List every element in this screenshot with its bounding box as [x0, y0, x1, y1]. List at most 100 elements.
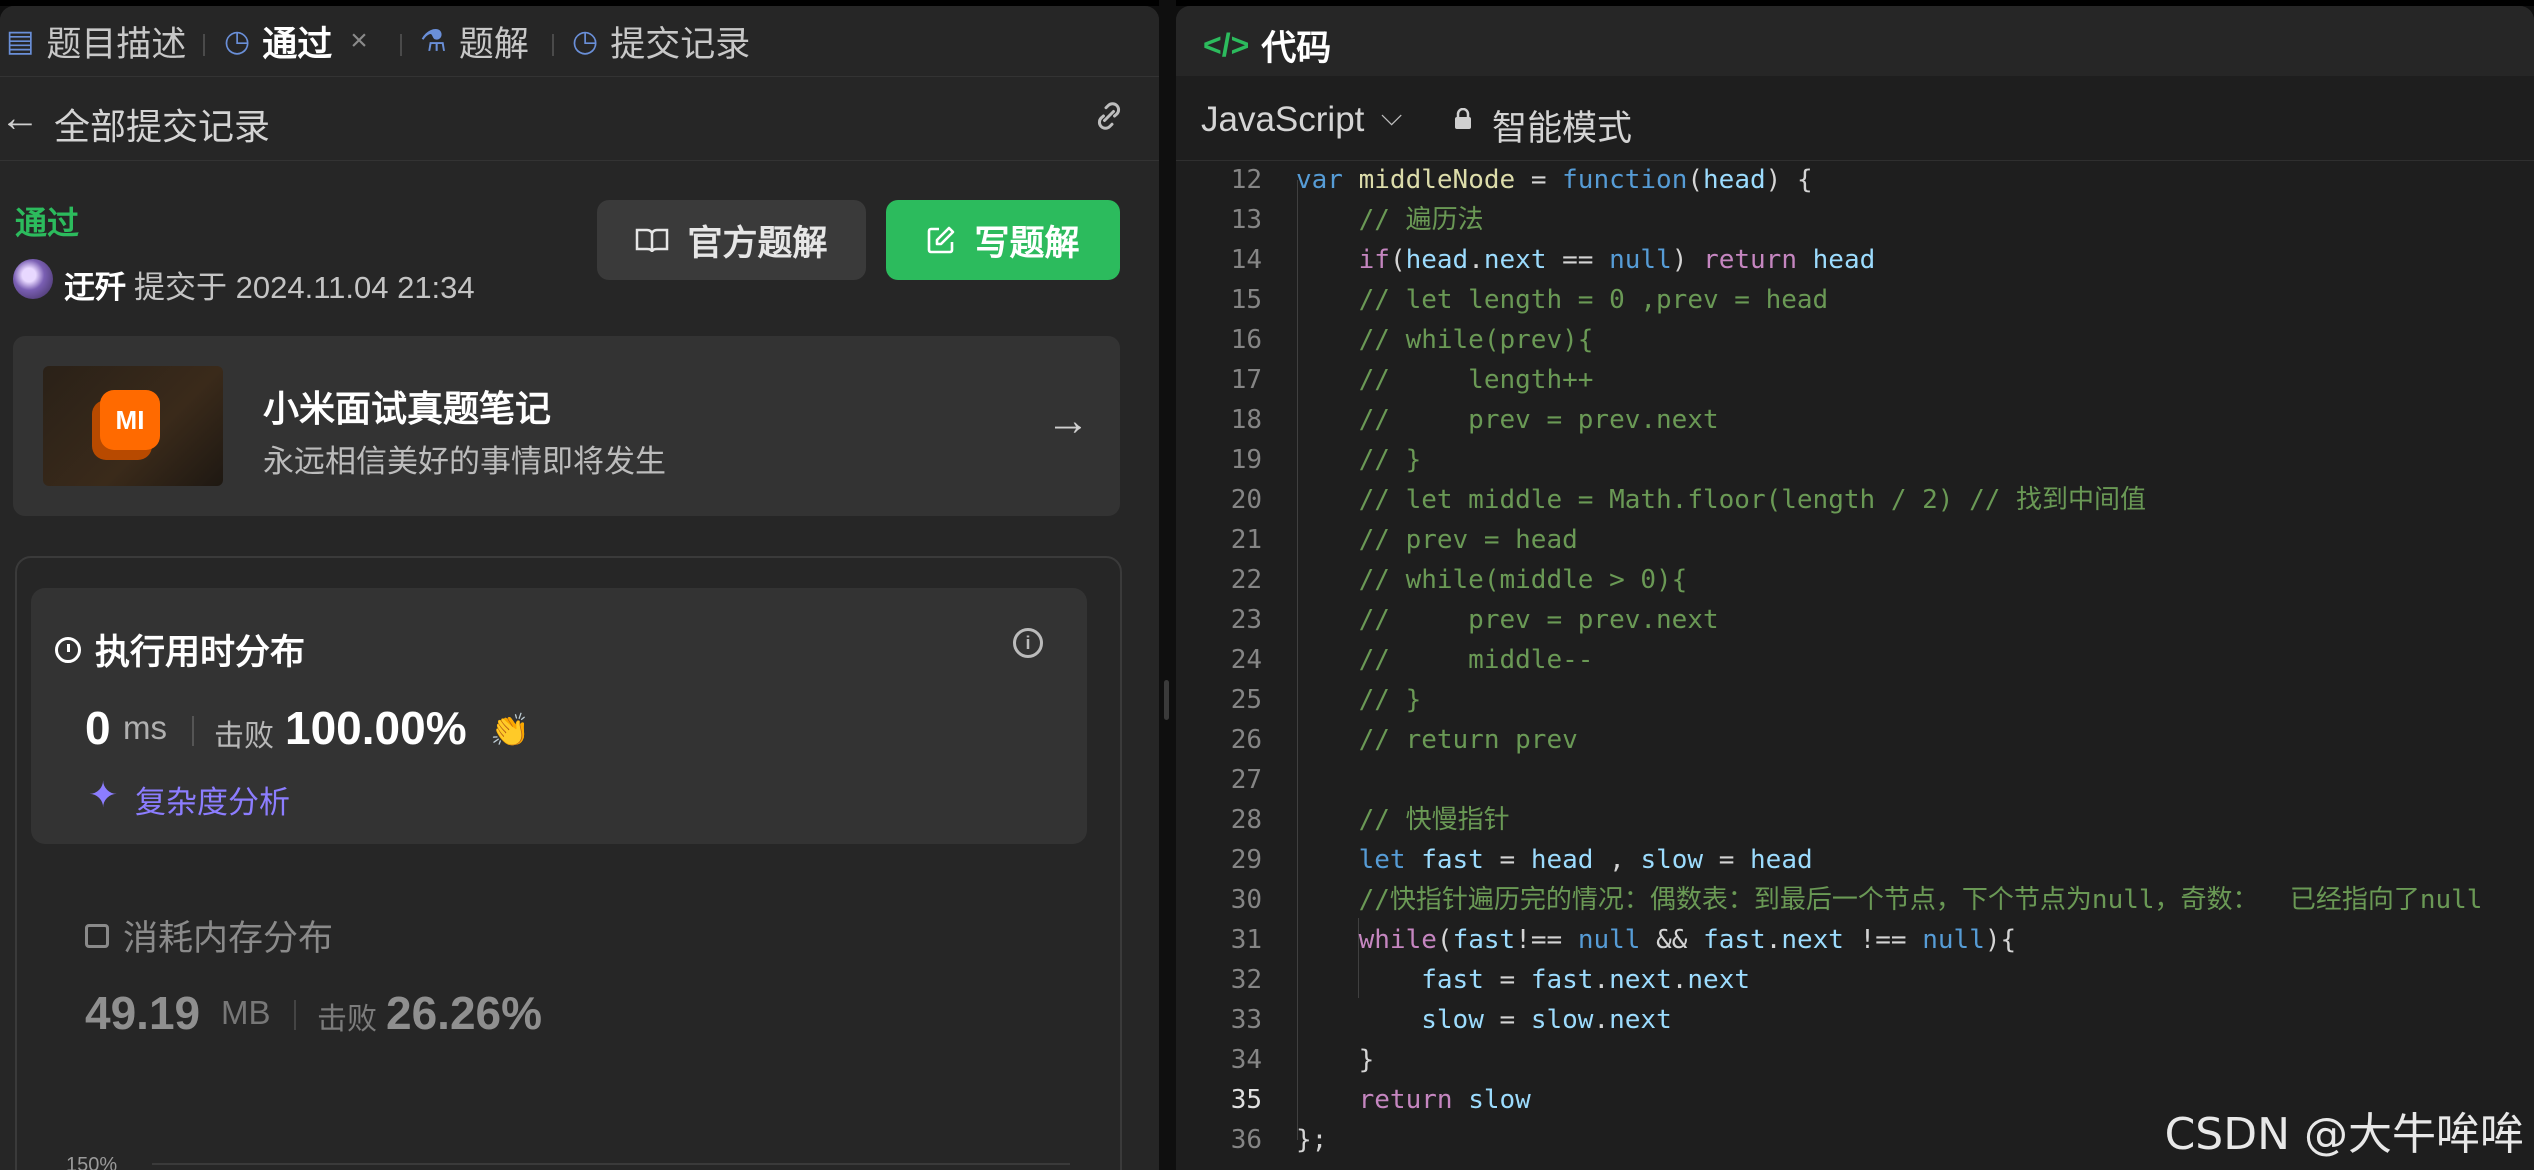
line-number: 12 [1230, 165, 1262, 195]
code-token: slow [1640, 845, 1704, 875]
code-token: , [1593, 845, 1641, 875]
code-token: while [1358, 925, 1437, 955]
tab-label: 题解 [458, 24, 529, 64]
back-arrow-icon[interactable]: ← [0, 96, 40, 141]
code-text: // } [1296, 685, 1422, 715]
promo-title: 小米面试真题笔记 [263, 388, 552, 429]
code-line[interactable]: 29 let fast = head , slow = head [1176, 840, 2534, 880]
smart-mode-label[interactable]: 智能模式 [1492, 100, 1632, 151]
code-token: . [1593, 1005, 1610, 1035]
code-token: slow [1468, 1085, 1531, 1115]
code-token: return [1358, 1085, 1453, 1115]
chevron-down-icon[interactable]: ⌵ [1381, 100, 1402, 133]
line-number: 23 [1230, 605, 1262, 635]
code-line[interactable]: 13 // 遍历法 [1176, 200, 2534, 240]
code-text: }; [1296, 1125, 1328, 1155]
code-text: //快指针遍历完的情况：偶数表：到最后一个节点，下个节点为null，奇数： 已经… [1296, 885, 2483, 915]
edit-icon [928, 226, 955, 254]
memory-unit: MB [221, 994, 271, 1031]
tab-solutions[interactable]: ⚗ 题解 [420, 20, 529, 64]
complexity-analysis-link[interactable]: 复杂度分析 [135, 777, 290, 822]
link-icon[interactable] [1091, 98, 1127, 134]
code-line[interactable]: 15 // let length = 0 ,prev = head [1176, 280, 2534, 320]
code-line[interactable]: 22 // while(middle > 0){ [1176, 560, 2534, 600]
panel-splitter[interactable] [1159, 0, 1176, 1170]
code-line[interactable]: 24 // middle-- [1176, 640, 2534, 680]
splitter-handle[interactable] [1164, 680, 1169, 720]
info-icon[interactable]: i [1013, 628, 1043, 658]
book-icon [636, 228, 669, 253]
close-icon[interactable]: × [350, 24, 368, 58]
code-text: // 快慢指针 [1296, 805, 1510, 835]
avatar[interactable] [13, 259, 53, 299]
code-token: head [1812, 245, 1876, 275]
code-line[interactable]: 26 // return prev [1176, 720, 2534, 760]
tab-divider [552, 34, 554, 56]
sparkle-icon: ✦ [88, 774, 119, 815]
code-line[interactable]: 18 // prev = prev.next [1176, 400, 2534, 440]
code-token: head [1703, 165, 1766, 195]
code-line[interactable]: 12 var middleNode = function(head) { [1176, 160, 2534, 200]
code-token: !== [1843, 925, 1923, 955]
tab-label: 通过 [262, 24, 333, 64]
runtime-beat-value: 100.00% [285, 702, 467, 754]
line-number: 36 [1230, 1125, 1262, 1155]
tab-description[interactable]: ▤ 题目描述 [6, 20, 186, 64]
code-line[interactable]: 17 // length++ [1176, 360, 2534, 400]
code-line[interactable]: 31 while(fast!== null && fast.next !== n… [1176, 920, 2534, 960]
code-line[interactable]: 33 slow = slow.next [1176, 1000, 2534, 1040]
code-line[interactable]: 19 // } [1176, 440, 2534, 480]
code-text: // } [1296, 445, 1422, 475]
code-token: head [1405, 245, 1469, 275]
write-solution-button[interactable]: 写题解 [886, 200, 1120, 280]
watermark: CSDN @大牛哞哞 [2164, 1109, 2524, 1160]
code-line[interactable]: 28 // 快慢指针 [1176, 800, 2534, 840]
code-token: fast [1452, 925, 1516, 955]
line-number: 35 [1230, 1085, 1262, 1115]
tab-accepted[interactable]: ◷ 通过 × [224, 20, 368, 64]
code-line[interactable]: 27 [1176, 760, 2534, 800]
code-token: next [1687, 965, 1751, 995]
code-token: null [1922, 925, 1985, 955]
line-number: 19 [1230, 445, 1262, 475]
code-text: // length++ [1296, 365, 1594, 395]
language-select[interactable]: JavaScript [1201, 100, 1364, 140]
code-token: slow [1421, 1005, 1484, 1035]
official-solution-button[interactable]: 官方题解 [597, 200, 866, 280]
code-editor[interactable]: 12 var middleNode = function(head) {13 //… [1176, 160, 2534, 1170]
code-line[interactable]: 34 } [1176, 1040, 2534, 1080]
code-line[interactable]: 21 // prev = head [1176, 520, 2534, 560]
code-token: null [1577, 925, 1641, 955]
code-line[interactable]: 32 fast = fast.next.next [1176, 960, 2534, 1000]
code-line[interactable]: 20 // let middle = Math.floor(length / 2… [1176, 480, 2534, 520]
code-tab-label: 代码 [1261, 29, 1332, 68]
tab-submissions[interactable]: ◷ 提交记录 [572, 20, 750, 64]
code-line[interactable]: 30 //快指针遍历完的情况：偶数表：到最后一个节点，下个节点为null，奇数：… [1176, 880, 2534, 920]
left-tab-bar: ▤ 题目描述 ◷ 通过 × ⚗ 题解 ◷ 提交记录 [0, 6, 1159, 77]
code-token: fast [1421, 845, 1484, 875]
code-line[interactable]: 23 // prev = prev.next [1176, 600, 2534, 640]
memory-title: 消耗内存分布 [85, 910, 333, 961]
promo-subtitle: 永远相信美好的事情即将发生 [263, 444, 666, 479]
username[interactable]: 迂歼 [64, 262, 126, 307]
code-text: return slow [1296, 1080, 1531, 1120]
code-line[interactable]: 16 // while(prev){ [1176, 320, 2534, 360]
runtime-unit: ms [123, 709, 167, 746]
all-submissions-link[interactable]: 全部提交记录 [54, 98, 270, 150]
arrow-right-icon[interactable]: → [1046, 396, 1090, 446]
memory-beat-value: 26.26% [386, 987, 543, 1039]
code-line[interactable]: 14 if(head.next == null) return head [1176, 240, 2534, 280]
code-token: return [1703, 245, 1797, 275]
flask-icon: ⚗ [420, 24, 447, 58]
line-number: 32 [1230, 965, 1262, 995]
promo-card[interactable]: MI 小米面试真题笔记 永远相信美好的事情即将发生 → [13, 336, 1120, 516]
code-line[interactable]: 25 // } [1176, 680, 2534, 720]
code-token: = [1483, 1005, 1531, 1035]
code-tab[interactable]: </> 代码 [1203, 20, 1331, 71]
clap-icon: 👏 [490, 712, 530, 748]
line-number: 29 [1230, 845, 1262, 875]
line-number: 33 [1230, 1005, 1262, 1035]
